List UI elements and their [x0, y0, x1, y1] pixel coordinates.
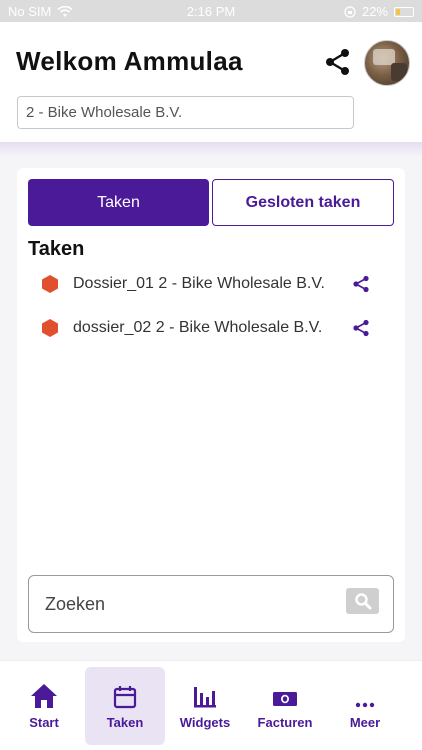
task-row[interactable]: Dossier_01 2 - Bike Wholesale B.V.	[17, 264, 405, 304]
task-share-button[interactable]	[350, 273, 372, 295]
company-select[interactable]: 2 - Bike Wholesale B.V.	[17, 96, 354, 129]
nav-start[interactable]: Start	[4, 667, 84, 745]
lock-rotation-icon	[344, 5, 356, 18]
header-divider	[0, 142, 422, 156]
tasks-card: Taken Gesloten taken Taken Dossier_01 2 …	[17, 168, 405, 642]
bottom-nav: Start Taken Widgets Facturen Meer	[0, 660, 422, 750]
calendar-icon	[113, 686, 137, 709]
tab-taken[interactable]: Taken	[28, 179, 209, 226]
task-label: Dossier_01 2 - Bike Wholesale B.V.	[73, 275, 325, 292]
avatar[interactable]	[364, 40, 410, 86]
nav-label: Start	[29, 715, 59, 730]
nav-facturen[interactable]: Facturen	[245, 667, 325, 745]
header: Welkom Ammulaa 2 - Bike Wholesale B.V.	[0, 22, 422, 142]
money-icon	[273, 692, 297, 706]
search-button[interactable]	[346, 588, 379, 614]
share-icon	[326, 49, 349, 75]
nav-label: Meer	[349, 715, 381, 730]
status-hexagon	[42, 275, 58, 293]
nav-label: Taken	[106, 715, 144, 730]
search-box	[28, 575, 394, 633]
task-share-button[interactable]	[350, 317, 372, 339]
home-icon	[31, 684, 57, 708]
share-icon	[353, 319, 369, 337]
status-bar: No SIM 2:16 PM 22%	[0, 0, 422, 22]
bar-chart-icon	[194, 687, 216, 708]
nav-taken[interactable]: Taken	[85, 667, 165, 745]
tab-gesloten-taken[interactable]: Gesloten taken	[212, 179, 394, 226]
share-button[interactable]	[322, 46, 354, 78]
battery-text: 22%	[361, 4, 388, 19]
task-row[interactable]: dossier_02 2 - Bike Wholesale B.V.	[17, 308, 405, 348]
page-title: Welkom Ammulaa	[16, 46, 243, 76]
nav-meer[interactable]: Meer	[325, 667, 405, 745]
search-input[interactable]	[45, 592, 325, 616]
status-hexagon-icon	[42, 275, 58, 293]
section-title: Taken	[28, 238, 85, 260]
search-icon	[354, 593, 371, 610]
status-right: 22%	[344, 4, 414, 19]
more-icon	[355, 702, 375, 708]
status-hexagon-icon	[42, 319, 58, 337]
share-icon	[353, 275, 369, 293]
task-label: dossier_02 2 - Bike Wholesale B.V.	[73, 319, 323, 336]
status-hexagon	[42, 319, 58, 337]
nav-widgets[interactable]: Widgets	[165, 667, 245, 745]
battery-icon	[394, 6, 414, 17]
nav-label: Widgets	[179, 715, 231, 730]
nav-label: Facturen	[257, 715, 313, 730]
